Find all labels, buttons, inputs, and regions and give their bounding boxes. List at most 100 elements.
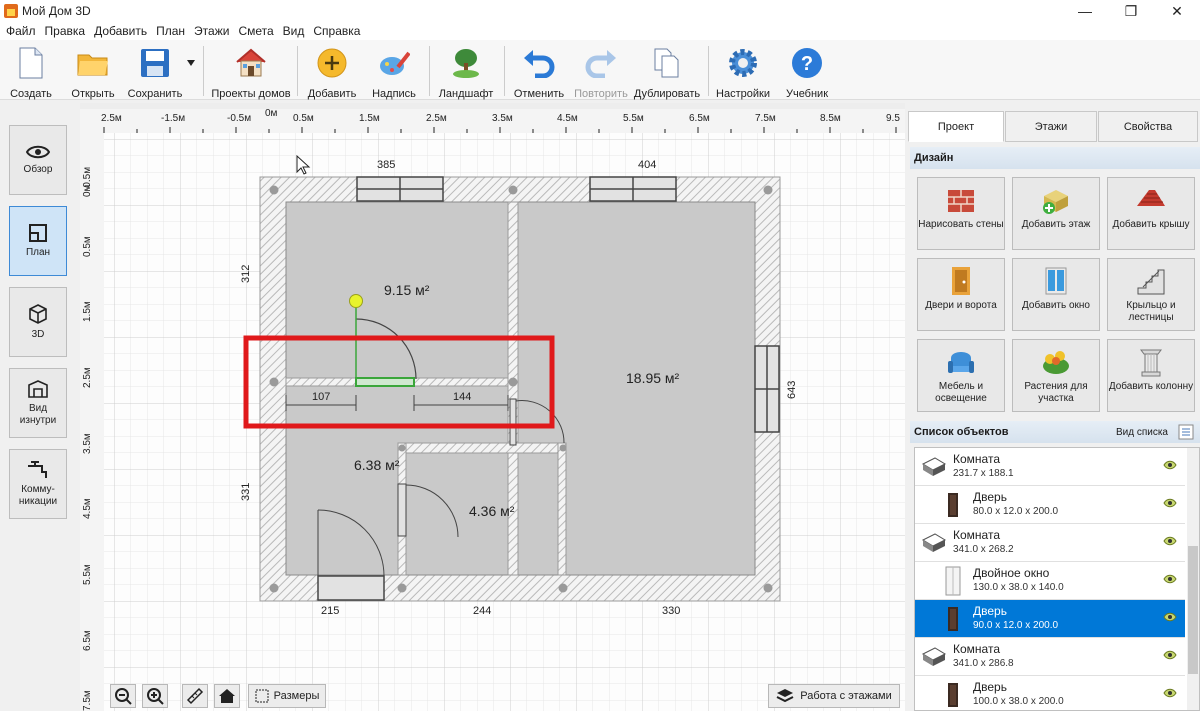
door-icon bbox=[952, 267, 970, 295]
zoom-out-button[interactable] bbox=[110, 684, 136, 708]
dim-bottom-right: 330 bbox=[662, 605, 681, 617]
title-bar: Мой Дом 3D — ❐ ✕ bbox=[0, 0, 1200, 22]
roof-icon bbox=[1137, 190, 1165, 206]
visibility-eye-icon[interactable] bbox=[1163, 688, 1177, 698]
tab-project[interactable]: Проект bbox=[908, 111, 1004, 142]
add-column-button[interactable]: Добавить колонну bbox=[1107, 339, 1195, 412]
floor-plan-drawing[interactable] bbox=[104, 133, 905, 711]
floors-work-button[interactable]: Работа с этажами bbox=[768, 684, 900, 708]
window-top-right[interactable] bbox=[589, 176, 677, 202]
scrollbar-thumb[interactable] bbox=[1188, 546, 1198, 674]
list-item[interactable]: Комната 341.0 x 286.8 bbox=[915, 638, 1185, 676]
communications-button[interactable]: Комму- никации bbox=[9, 449, 67, 519]
add-button[interactable]: Добавить bbox=[306, 40, 358, 100]
menu-add[interactable]: Добавить bbox=[94, 24, 147, 38]
view-list-label[interactable]: Вид списка bbox=[1116, 427, 1168, 438]
ruler-tool-button[interactable] bbox=[182, 684, 208, 708]
visibility-eye-icon[interactable] bbox=[1163, 574, 1177, 584]
visibility-eye-icon[interactable] bbox=[1163, 460, 1177, 470]
draw-walls-button[interactable]: Нарисовать стены bbox=[917, 177, 1005, 250]
add-roof-button[interactable]: Добавить крышу bbox=[1107, 177, 1195, 250]
zoom-in-button[interactable] bbox=[142, 684, 168, 708]
tab-properties[interactable]: Свойства bbox=[1098, 111, 1198, 142]
interior-icon bbox=[28, 380, 48, 398]
3d-button[interactable]: 3D bbox=[9, 287, 67, 357]
house-projects-button[interactable]: Проекты домов bbox=[211, 40, 291, 100]
visibility-eye-icon[interactable] bbox=[1163, 536, 1177, 546]
window-title: Мой Дом 3D bbox=[22, 4, 91, 18]
dimensions-button[interactable]: Размеры bbox=[248, 684, 326, 708]
create-button[interactable]: Создать bbox=[8, 40, 54, 100]
redo-button[interactable]: Повторить bbox=[572, 40, 630, 100]
room-1-area: 9.15 м² bbox=[384, 282, 430, 298]
copy-icon bbox=[651, 47, 683, 79]
partition-wall-horizontal[interactable] bbox=[397, 442, 567, 454]
furniture-lighting-button[interactable]: Мебель и освещение bbox=[917, 339, 1005, 412]
visibility-eye-icon[interactable] bbox=[1163, 650, 1177, 660]
menu-view[interactable]: Вид bbox=[283, 24, 305, 38]
new-file-icon bbox=[15, 47, 47, 79]
list-view-icon[interactable] bbox=[1178, 424, 1194, 440]
maximize-button[interactable]: ❐ bbox=[1108, 0, 1154, 22]
menu-floors[interactable]: Этажи bbox=[194, 24, 229, 38]
undo-icon bbox=[523, 47, 555, 79]
save-button[interactable]: Сохранить bbox=[126, 40, 184, 100]
plan-button[interactable]: План bbox=[9, 206, 67, 276]
menu-edit[interactable]: Правка bbox=[45, 24, 86, 38]
tutorial-button[interactable]: ? Учебник bbox=[782, 40, 832, 100]
visibility-eye-icon[interactable] bbox=[1163, 498, 1177, 508]
list-item[interactable]: Комната 341.0 x 268.2 bbox=[915, 524, 1185, 562]
tab-floors[interactable]: Этажи bbox=[1005, 111, 1097, 142]
door-item-icon bbox=[948, 683, 958, 707]
add-window-button[interactable]: Добавить окно bbox=[1012, 258, 1100, 331]
window-right[interactable] bbox=[754, 345, 780, 433]
plan-canvas-area[interactable]: 2.5м -1.5м -0.5м 0м 0.5м 1.5м 2.5м 3.5м … bbox=[80, 103, 905, 711]
plus-circle-icon bbox=[316, 47, 348, 79]
layers-icon bbox=[776, 689, 794, 703]
menu-file[interactable]: Файл bbox=[6, 24, 36, 38]
duplicate-button[interactable]: Дублировать bbox=[634, 40, 700, 100]
partition-wall-right[interactable] bbox=[557, 442, 567, 576]
window-top-left[interactable] bbox=[356, 176, 444, 202]
open-button[interactable]: Открыть bbox=[68, 40, 118, 100]
partition-wall-vertical[interactable] bbox=[507, 201, 519, 576]
rotation-handle[interactable] bbox=[349, 294, 363, 308]
label-button[interactable]: Надпись bbox=[370, 40, 418, 100]
undo-button[interactable]: Отменить bbox=[512, 40, 566, 100]
inside-view-button[interactable]: Вид изнутри bbox=[9, 368, 67, 438]
save-dropdown-button[interactable] bbox=[184, 40, 198, 100]
faucet-icon bbox=[28, 461, 47, 478]
room-3-area: 6.38 м² bbox=[354, 457, 400, 473]
brick-wall-icon bbox=[948, 190, 974, 212]
list-item[interactable]: Двойное окно 130.0 x 38.0 x 140.0 bbox=[915, 562, 1185, 600]
dim-bottom-mid: 244 bbox=[473, 605, 492, 617]
plan-grid[interactable]: 385 404 312 331 643 215 244 330 107 144 … bbox=[104, 133, 905, 711]
menu-estimate[interactable]: Смета bbox=[238, 24, 273, 38]
list-item[interactable]: Комната 231.7 x 188.1 bbox=[915, 448, 1185, 486]
window-icon bbox=[1045, 267, 1067, 295]
menu-plan[interactable]: План bbox=[156, 24, 185, 38]
landscape-button[interactable]: Ландшафт bbox=[438, 40, 494, 100]
selected-door-opening[interactable] bbox=[355, 377, 415, 387]
plants-button[interactable]: Растения для участка bbox=[1012, 339, 1100, 412]
object-list[interactable]: Комната 231.7 x 188.1 Дверь 80.0 x 12.0 … bbox=[914, 447, 1200, 711]
list-item-selected[interactable]: Дверь 90.0 x 12.0 x 200.0 bbox=[915, 600, 1185, 638]
visibility-eye-icon[interactable] bbox=[1163, 612, 1177, 622]
list-item[interactable]: Дверь 100.0 x 38.0 x 200.0 bbox=[915, 676, 1185, 710]
dim-segment-a: 107 bbox=[312, 391, 331, 403]
add-floor-button[interactable]: Добавить этаж bbox=[1012, 177, 1100, 250]
close-button[interactable]: ✕ bbox=[1154, 0, 1200, 22]
home-view-button[interactable] bbox=[214, 684, 240, 708]
object-list-scrollbar[interactable] bbox=[1187, 448, 1199, 710]
minimize-button[interactable]: — bbox=[1062, 0, 1108, 22]
menu-help[interactable]: Справка bbox=[313, 24, 360, 38]
doors-gates-button[interactable]: Двери и ворота bbox=[917, 258, 1005, 331]
tree-icon bbox=[450, 47, 482, 79]
zoom-in-icon bbox=[147, 688, 164, 705]
view-mode-panel: Обзор План 3D Вид изнутри Комму- никации bbox=[0, 103, 76, 711]
overview-button[interactable]: Обзор bbox=[9, 125, 67, 195]
settings-button[interactable]: Настройки bbox=[715, 40, 771, 100]
porch-stairs-button[interactable]: Крыльцо и лестницы bbox=[1107, 258, 1195, 331]
ruler-icon bbox=[186, 687, 204, 705]
list-item[interactable]: Дверь 80.0 x 12.0 x 200.0 bbox=[915, 486, 1185, 524]
